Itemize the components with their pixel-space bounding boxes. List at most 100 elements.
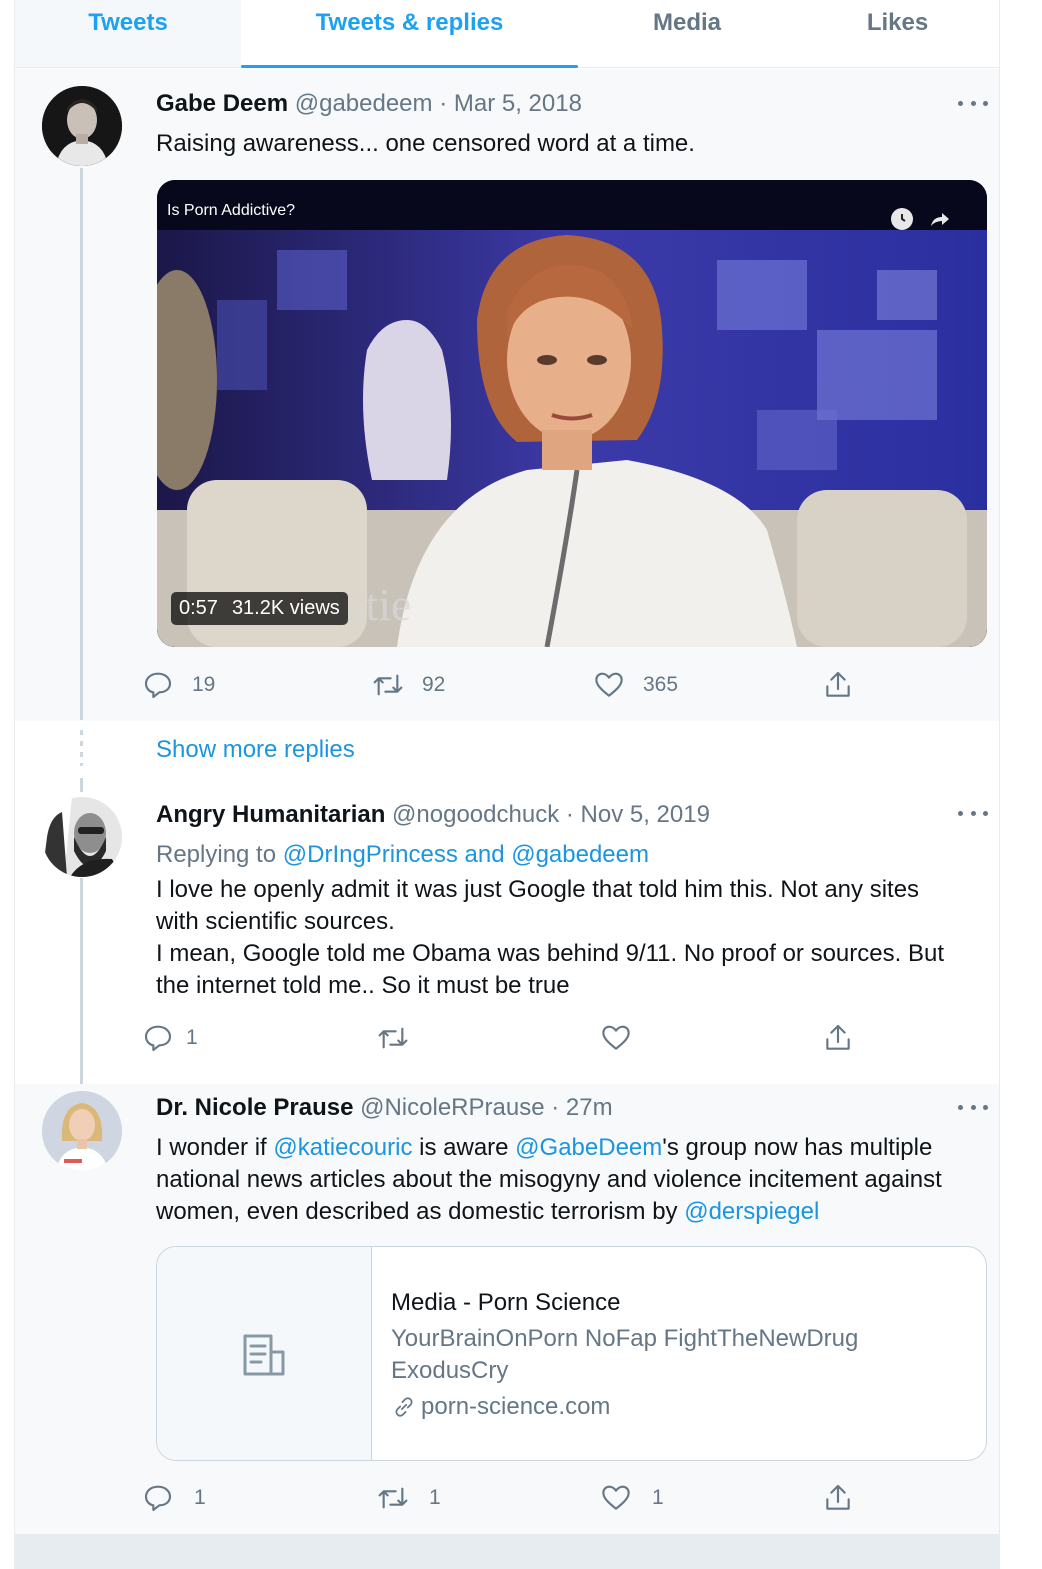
- video-title: Is Porn Addictive?: [167, 202, 296, 219]
- tweet-text-line: the internet told me.. So it must be tru…: [156, 972, 570, 999]
- mention-derspiegel-link[interactable]: @derspiegel: [684, 1198, 819, 1225]
- replying-to: Replying to @DrIngPrincess and @gabedeem: [156, 841, 649, 869]
- thread-line-dotted: [80, 730, 83, 766]
- reply-icon: [144, 1025, 172, 1052]
- heart-icon: [595, 672, 623, 697]
- video-views: 31.2K views: [231, 597, 340, 619]
- like-count: 365: [643, 673, 679, 696]
- author-meta[interactable]: @nogoodchuck · Nov 5, 2019: [392, 801, 710, 828]
- share-icon: [826, 671, 850, 697]
- tweet-text-line: I love he openly admit it was just Googl…: [156, 876, 920, 903]
- thread-line: [80, 878, 83, 1084]
- more-options-icon[interactable]: [958, 93, 988, 113]
- show-more-replies-link[interactable]: Show more replies: [156, 736, 355, 764]
- tweet-text-part: I wonder if: [156, 1134, 274, 1161]
- share-button[interactable]: [822, 1018, 854, 1058]
- share-button[interactable]: [822, 1478, 854, 1518]
- tab-tweets-and-replies[interactable]: Tweets & replies: [241, 0, 578, 68]
- tweet-text: Raising awareness... one censored word a…: [156, 130, 695, 157]
- avatar[interactable]: [42, 1091, 122, 1171]
- heart-icon: [602, 1025, 630, 1050]
- video-info-badge: 0:57 31.2K views: [171, 592, 348, 625]
- mention-gabedeem-link[interactable]: @GabeDeem: [515, 1134, 662, 1161]
- reply-button[interactable]: 1: [142, 1018, 198, 1058]
- card-domain-text: porn-science.com: [421, 1393, 611, 1420]
- tweet-actions: 1: [142, 1018, 962, 1058]
- profile-tabs: Tweets Tweets & replies Media Likes: [15, 0, 999, 68]
- reply-icon: [144, 1485, 172, 1512]
- avatar[interactable]: [42, 86, 122, 166]
- retweet-button[interactable]: 1: [377, 1478, 441, 1518]
- author-name[interactable]: Dr. Nicole Prause: [156, 1094, 353, 1121]
- video-duration: 0:57: [179, 597, 218, 619]
- reply-button[interactable]: 1: [142, 1478, 206, 1518]
- share-button[interactable]: [822, 665, 854, 705]
- more-options-icon[interactable]: [958, 803, 988, 823]
- tab-tweets-and-replies-label: Tweets & replies: [315, 9, 504, 36]
- mention-katiecouric-link[interactable]: @katiecouric: [273, 1134, 412, 1161]
- more-options-icon[interactable]: [958, 1097, 988, 1117]
- reply-count: 19: [192, 673, 216, 696]
- author-meta[interactable]: @gabedeem · Mar 5, 2018: [295, 90, 582, 117]
- tweet-text-line: with scientific sources.: [156, 908, 395, 935]
- card-thumbnail: [157, 1247, 372, 1460]
- reply-icon: [144, 672, 172, 699]
- thread-line: [80, 778, 83, 792]
- video-player[interactable]: katie Is Porn Addictive? 0:57 31.2K view…: [157, 180, 987, 647]
- watch-later-icon[interactable]: [891, 208, 913, 230]
- share-icon: [826, 1484, 850, 1510]
- tweet-header: Dr. Nicole Prause @NicoleRPrause · 27m: [156, 1094, 613, 1122]
- active-tab-indicator: [241, 65, 578, 68]
- video-frame: katie: [157, 180, 987, 647]
- retweet-button[interactable]: 92: [372, 665, 445, 705]
- tweet-text-part: is aware: [412, 1134, 516, 1161]
- retweet-icon: [378, 1487, 408, 1509]
- thread-line: [80, 168, 83, 720]
- author-name[interactable]: Gabe Deem: [156, 90, 288, 117]
- timeline-divider: [15, 1534, 999, 1569]
- retweet-count: 92: [422, 673, 446, 696]
- reply-count: 1: [194, 1486, 206, 1509]
- tweet-text-line: I mean, Google told me Obama was behind …: [156, 940, 944, 967]
- heart-icon: [602, 1485, 630, 1510]
- replying-to-prefix: Replying to: [156, 841, 283, 868]
- avatar[interactable]: [42, 797, 122, 877]
- tab-tweets[interactable]: Tweets: [15, 0, 241, 67]
- retweet-count: 1: [429, 1486, 441, 1509]
- like-button[interactable]: [600, 1018, 650, 1058]
- tweet-text: I wonder if @katiecouric is aware @GabeD…: [156, 1132, 976, 1228]
- avatar-angry-humanitarian-image: [42, 797, 122, 877]
- retweet-icon: [373, 674, 403, 696]
- tab-media[interactable]: Media: [578, 0, 796, 67]
- tab-likes[interactable]: Likes: [796, 0, 999, 67]
- tab-likes-label: Likes: [866, 9, 929, 36]
- tab-media-label: Media: [652, 9, 721, 36]
- tweet-text: I love he openly admit it was just Googl…: [156, 874, 976, 1002]
- retweet-icon: [378, 1027, 408, 1049]
- author-meta[interactable]: @NicoleRPrause · 27m: [360, 1094, 612, 1121]
- tweet-header: Gabe Deem @gabedeem · Mar 5, 2018: [156, 90, 582, 118]
- share-video-icon[interactable]: [927, 208, 951, 230]
- link-icon: [395, 1397, 413, 1417]
- like-button[interactable]: 1: [600, 1478, 664, 1518]
- like-button[interactable]: 365: [593, 665, 678, 705]
- tweet-header: Angry Humanitarian @nogoodchuck · Nov 5,…: [156, 801, 710, 829]
- tweet-actions: 19 92 365: [142, 665, 962, 705]
- reply-button[interactable]: 19: [142, 665, 215, 705]
- retweet-button[interactable]: [377, 1018, 427, 1058]
- profile-timeline: Tweets Tweets & replies Media Likes Gabe…: [14, 0, 1000, 1569]
- share-icon: [826, 1024, 850, 1050]
- link-card[interactable]: Media - Porn Science YourBrainOnPorn NoF…: [156, 1246, 987, 1461]
- avatar-gabe-deem-image: [42, 86, 122, 166]
- avatar-nicole-prause-image: [42, 1091, 122, 1171]
- author-name[interactable]: Angry Humanitarian: [156, 801, 385, 828]
- replying-to-users-link[interactable]: @DrIngPrincess and @gabedeem: [283, 841, 649, 868]
- card-description: YourBrainOnPorn NoFap FightTheNewDrug Ex…: [391, 1325, 859, 1384]
- document-icon: [243, 1334, 285, 1375]
- tweet-actions: 1 1 1: [142, 1478, 962, 1518]
- reply-count: 1: [186, 1026, 198, 1049]
- like-count: 1: [652, 1486, 664, 1509]
- card-title: Media - Porn Science: [391, 1289, 621, 1316]
- card-domain: porn-science.com: [391, 1393, 610, 1421]
- tab-tweets-label: Tweets: [88, 9, 168, 36]
